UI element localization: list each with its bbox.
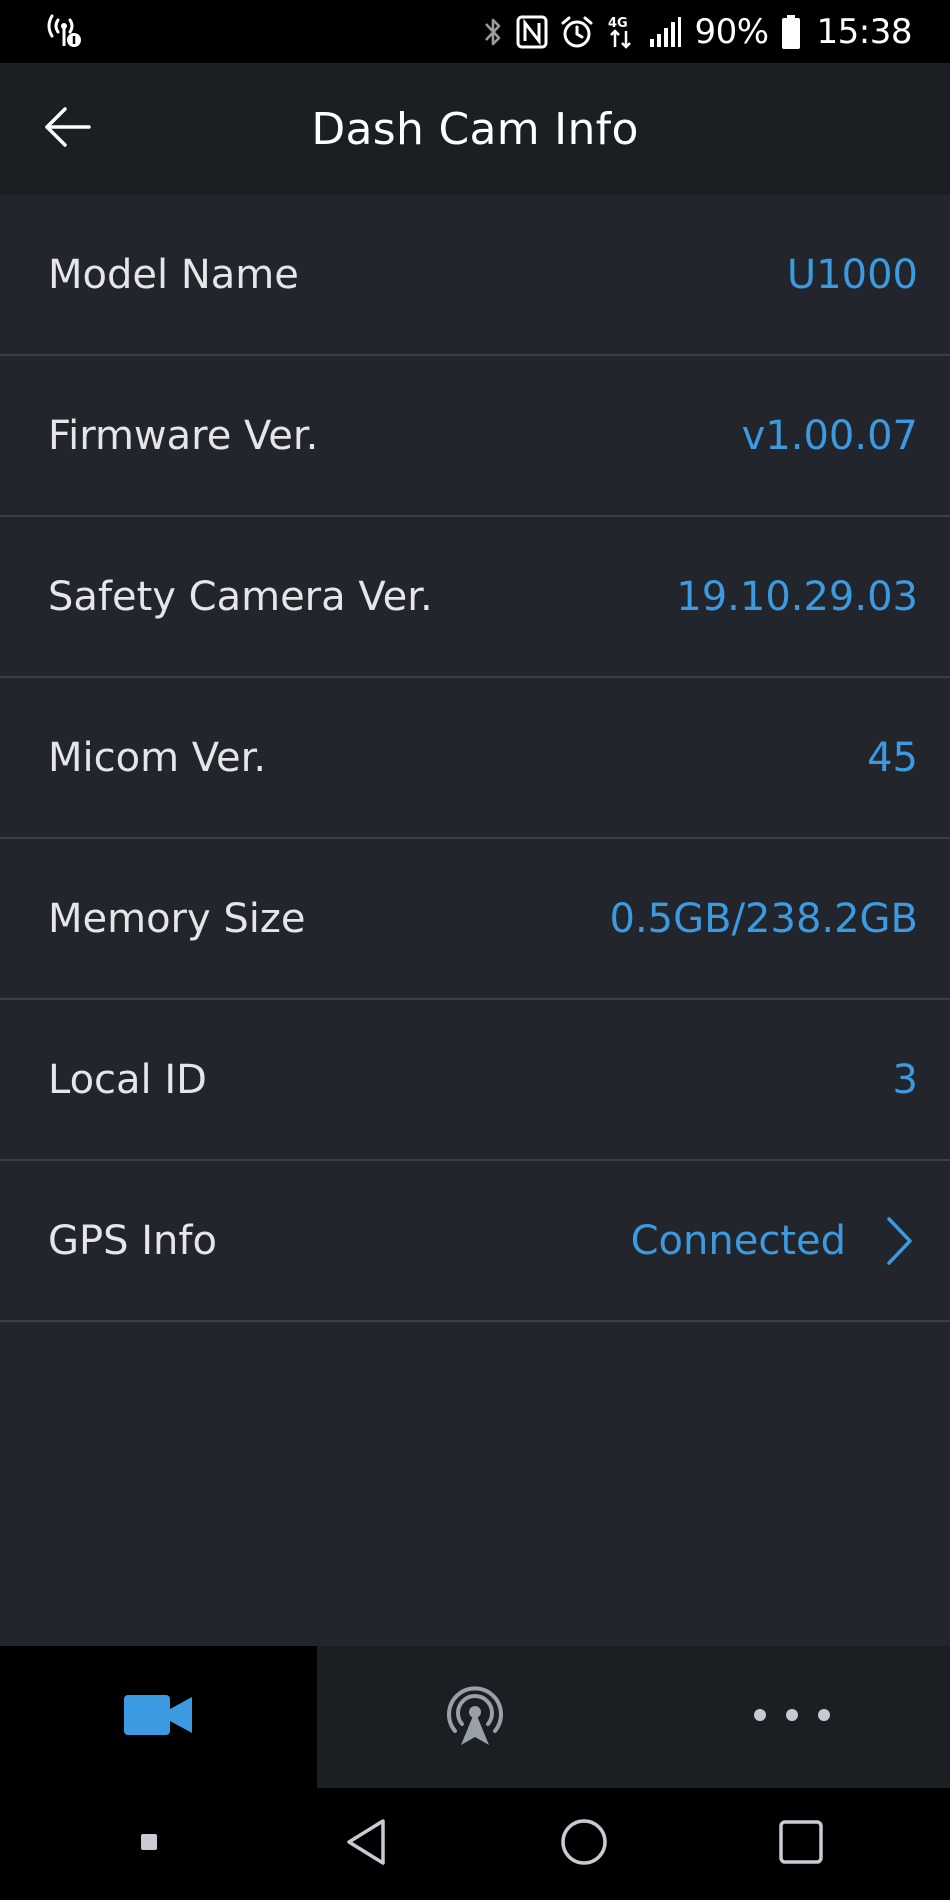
info-list: Model Name U1000 Firmware Ver. v1.00.07 …	[0, 195, 950, 1322]
app-bar: Dash Cam Info	[0, 63, 950, 195]
status-bar: 4G 90% 15:38	[0, 0, 950, 63]
alarm-icon	[560, 15, 594, 49]
clock: 15:38	[816, 11, 913, 52]
signal-icon	[648, 15, 682, 49]
battery-icon	[781, 14, 801, 50]
bottom-nav	[0, 1646, 950, 1788]
info-label: Memory Size	[48, 895, 306, 942]
system-nav-bar	[0, 1788, 950, 1900]
info-label: Local ID	[48, 1056, 207, 1103]
square-recents-icon	[777, 1818, 825, 1870]
back-button[interactable]	[40, 105, 96, 153]
system-recents-button[interactable]	[761, 1804, 841, 1884]
info-label: Firmware Ver.	[48, 412, 319, 459]
info-value: 0.5GB/238.2GB	[609, 895, 918, 942]
arrow-left-icon	[43, 106, 93, 152]
page-title: Dash Cam Info	[311, 103, 639, 155]
tab-broadcast[interactable]	[317, 1646, 634, 1788]
info-row-micom-ver: Micom Ver. 45	[0, 678, 950, 839]
system-back-button[interactable]	[326, 1804, 406, 1884]
info-row-model-name: Model Name U1000	[0, 195, 950, 356]
bluetooth-icon	[482, 14, 504, 50]
wifi-hotspot-icon	[44, 12, 84, 52]
system-home-button[interactable]	[544, 1804, 624, 1884]
info-row-safety-camera-ver: Safety Camera Ver. 19.10.29.03	[0, 517, 950, 678]
tab-video[interactable]	[0, 1646, 317, 1788]
info-label: Micom Ver.	[48, 734, 267, 781]
info-row-gps-info[interactable]: GPS Info Connected	[0, 1161, 950, 1322]
info-value: v1.00.07	[741, 412, 918, 459]
chevron-right-icon	[884, 1215, 918, 1267]
broadcast-icon	[441, 1681, 509, 1753]
info-value: 19.10.29.03	[676, 573, 918, 620]
info-label: Model Name	[48, 251, 299, 298]
triangle-back-icon	[343, 1817, 389, 1871]
info-value: 45	[867, 734, 918, 781]
more-dots-icon	[752, 1705, 832, 1729]
svg-text:4G: 4G	[608, 16, 628, 31]
info-label: Safety Camera Ver.	[48, 573, 433, 620]
nfc-icon	[516, 15, 548, 49]
square-dot-icon	[140, 1833, 158, 1855]
info-row-local-id: Local ID 3	[0, 1000, 950, 1161]
info-value: 3	[892, 1056, 918, 1103]
info-label: GPS Info	[48, 1217, 217, 1264]
tab-more[interactable]	[633, 1646, 950, 1788]
battery-percent: 90%	[694, 11, 769, 52]
4g-data-icon: 4G	[606, 13, 636, 51]
gps-status-value: Connected	[630, 1217, 846, 1264]
info-row-memory-size: Memory Size 0.5GB/238.2GB	[0, 839, 950, 1000]
circle-home-icon	[559, 1817, 609, 1871]
system-dot-button[interactable]	[109, 1804, 189, 1884]
info-value: U1000	[786, 251, 918, 298]
info-row-firmware-ver: Firmware Ver. v1.00.07	[0, 356, 950, 517]
dash-cam-info-screen: 4G 90% 15:38 Dash Cam Info Model Name U1…	[0, 0, 950, 1900]
video-camera-icon	[122, 1691, 194, 1743]
